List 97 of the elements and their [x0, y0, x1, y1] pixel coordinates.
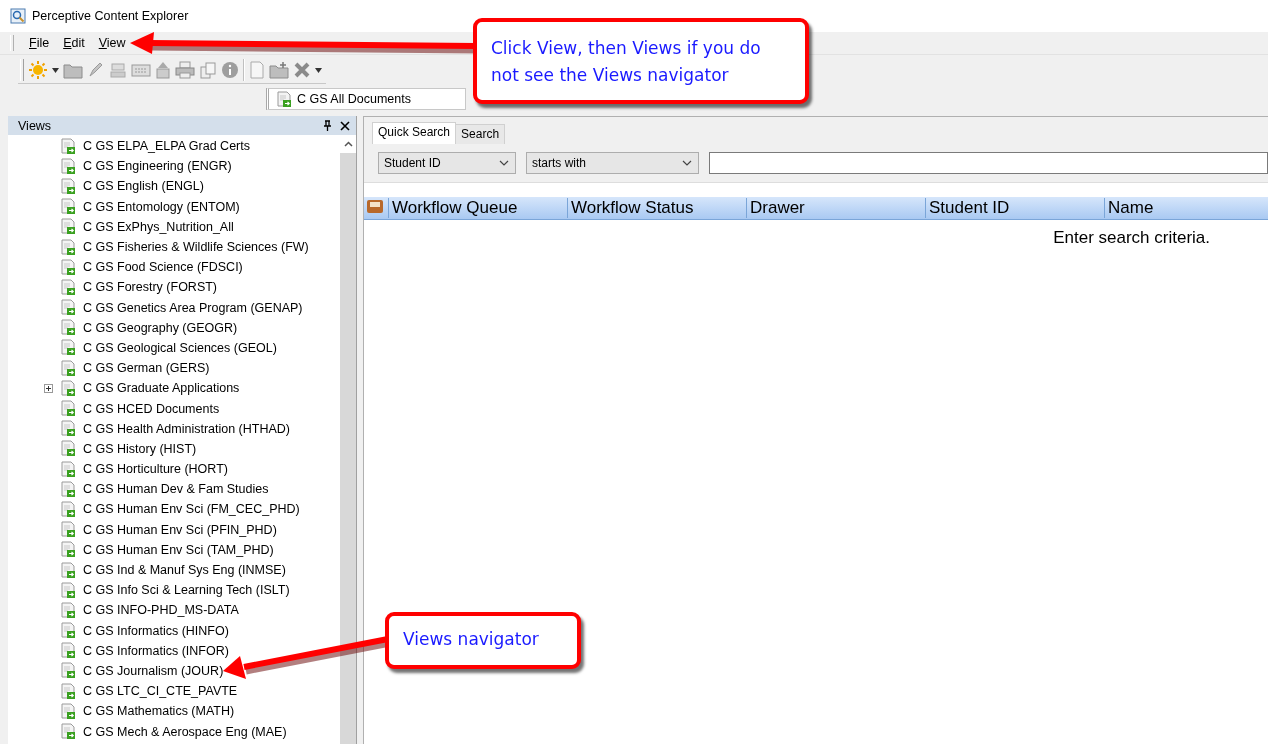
tree-item[interactable]: C GS Food Science (FDSCI)	[83, 260, 243, 275]
caret-icon[interactable]	[315, 67, 322, 73]
document-icon	[277, 90, 292, 108]
empty-message: Enter search criteria.	[1053, 228, 1210, 248]
document-icon	[61, 702, 76, 720]
document-icon	[61, 581, 76, 599]
document-icon	[61, 359, 76, 377]
tree-item[interactable]: C GS Graduate Applications	[83, 381, 240, 396]
document-icon	[61, 541, 76, 559]
tree-item[interactable]: C GS Human Env Sci (FM_CEC_PHD)	[83, 502, 300, 517]
upload-icon[interactable]	[155, 61, 171, 79]
document-icon	[61, 177, 76, 195]
document-icon	[61, 218, 76, 236]
document-icon	[61, 420, 76, 438]
document-icon	[61, 561, 76, 579]
callout-text: Click View, then Views if you do not see the Views navigator	[491, 37, 762, 87]
document-icon	[61, 379, 76, 397]
app-icon	[10, 8, 26, 24]
scrollbar[interactable]	[340, 135, 356, 744]
document-icon	[61, 601, 76, 619]
tree-item[interactable]: C GS Horticulture (HORT)	[83, 462, 228, 477]
tree-item[interactable]: C GS Mech & Aerospace Eng (MAE)	[83, 724, 287, 739]
tree-item[interactable]: C GS Geography (GEOGR)	[83, 320, 238, 335]
pin-icon[interactable]	[323, 120, 332, 131]
column-header[interactable]: Workflow Queue	[388, 198, 567, 218]
tree-item[interactable]: C GS German (GERS)	[83, 361, 210, 376]
document-icon	[61, 319, 76, 337]
document-icon	[61, 198, 76, 216]
keyboard-icon[interactable]	[131, 62, 151, 78]
document-icon	[61, 157, 76, 175]
menu-item[interactable]: Edit	[56, 34, 92, 52]
printer-icon[interactable]	[175, 61, 195, 79]
tree-item[interactable]: C GS Informatics (HINFO)	[83, 623, 229, 638]
tree-item[interactable]: C GS Info Sci & Learning Tech (ISLT)	[83, 583, 290, 598]
tree-item[interactable]: C GS INFO-PHD_MS-DATA	[83, 603, 239, 618]
operator-dropdown[interactable]: starts with	[526, 152, 699, 174]
folder-icon[interactable]	[269, 61, 289, 79]
document-icon	[61, 137, 76, 155]
window-title: Perceptive Content Explorer	[32, 9, 189, 23]
document-icon	[61, 238, 76, 256]
page-icon[interactable]	[249, 61, 265, 79]
document-icon	[61, 642, 76, 660]
tree-item[interactable]: C GS Health Administration (HTHAD)	[83, 421, 290, 436]
document-icon	[61, 440, 76, 458]
callout-text: Views navigator	[403, 628, 540, 651]
tree-item[interactable]: C GS Human Env Sci (PFIN_PHD)	[83, 522, 277, 537]
tree-item[interactable]: C GS Human Dev & Fam Studies	[83, 482, 269, 497]
info-icon[interactable]	[221, 61, 239, 79]
document-icon	[61, 278, 76, 296]
tab[interactable]: Search	[455, 124, 506, 144]
tree-item[interactable]: C GS English (ENGL)	[83, 179, 204, 194]
menu-item[interactable]: View	[91, 34, 133, 52]
panel-title: Views	[18, 118, 53, 133]
tree-item[interactable]: C GS Ind & Manuf Sys Eng (INMSE)	[83, 563, 286, 578]
column-header[interactable]: Student ID	[925, 198, 1104, 218]
column-header[interactable]: Name	[1104, 198, 1268, 218]
tree-item[interactable]: C GS Geological Sciences (GEOL)	[83, 340, 277, 355]
menu-item[interactable]: File	[22, 34, 57, 52]
document-icon	[61, 622, 76, 640]
tree-item[interactable]: C GS Entomology (ENTOM)	[83, 199, 240, 214]
tree-item[interactable]: C GS LTC_CI_CTE_PAVTE	[83, 684, 238, 699]
tree-item[interactable]: C GS Informatics (INFOR)	[83, 643, 229, 658]
tree-item[interactable]: C GS Journalism (JOUR)	[83, 663, 224, 678]
tree-item[interactable]: C GS Human Env Sci (TAM_PHD)	[83, 542, 274, 557]
tree-item[interactable]: C GS ExPhys_Nutrition_All	[83, 219, 234, 234]
tree-item[interactable]: C GS Mathematics (MATH)	[83, 704, 235, 719]
tree-item[interactable]: C GS Genetics Area Program (GENAP)	[83, 300, 303, 315]
document-icon	[61, 723, 76, 741]
search-field[interactable]	[709, 152, 1268, 174]
document-icon	[61, 339, 76, 357]
tree-item[interactable]: C GS ELPA_ELPA Grad Certs	[83, 139, 250, 154]
caret-icon[interactable]	[52, 67, 59, 73]
copy-icon[interactable]	[199, 61, 217, 79]
column-header[interactable]: Workflow Status	[567, 198, 746, 218]
tab[interactable]: Quick Search	[372, 122, 457, 144]
expand-icon[interactable]	[44, 384, 53, 394]
column-header[interactable]: Drawer	[746, 198, 925, 218]
chevron-up-icon[interactable]	[343, 141, 353, 147]
document-icon	[61, 480, 76, 498]
document-icon	[61, 258, 76, 276]
document-icon	[61, 521, 76, 539]
document-icon	[61, 662, 76, 680]
tree-item[interactable]: C GS Engineering (ENGR)	[83, 159, 232, 174]
tree-item[interactable]: C GS History (HIST)	[83, 441, 197, 456]
close-icon[interactable]	[340, 120, 350, 131]
document-icon	[61, 299, 76, 317]
document-icon	[61, 500, 76, 518]
chevron-down-icon[interactable]	[682, 159, 692, 167]
field-dropdown[interactable]: Student ID	[378, 152, 516, 174]
document-icon	[61, 460, 76, 478]
tree-item[interactable]: C GS Fisheries & Wildlife Sciences (FW)	[83, 240, 309, 255]
tree-item[interactable]: C GS HCED Documents	[83, 401, 220, 416]
document-icon	[61, 682, 76, 700]
document-icon	[61, 400, 76, 418]
view-selector[interactable]: C GS All Documents	[266, 88, 466, 110]
tree-item[interactable]: C GS Forestry (FORST)	[83, 280, 218, 295]
chevron-down-icon[interactable]	[499, 159, 509, 167]
